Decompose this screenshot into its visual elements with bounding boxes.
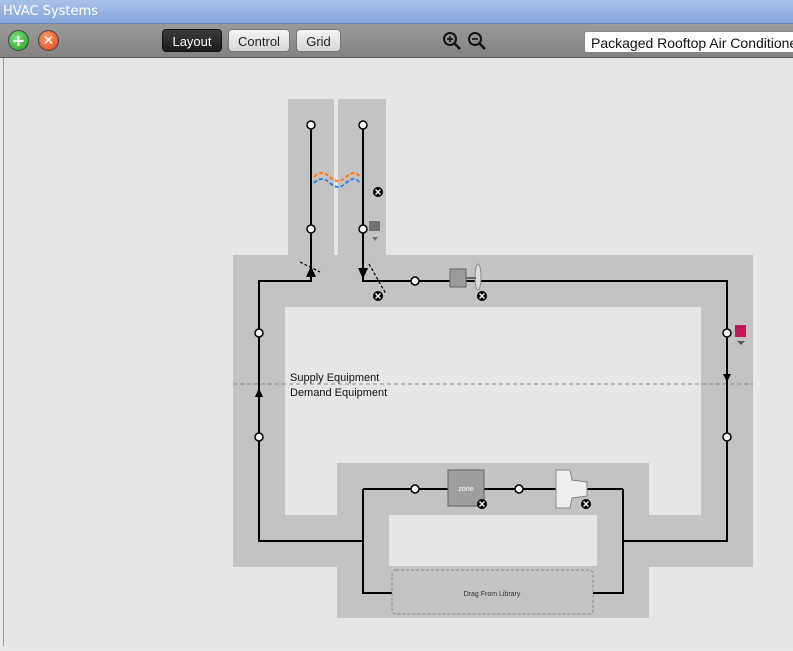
toolbar: + ✕ Layout Control Grid Packaged Rooftop… [0,24,793,58]
remove-icon[interactable] [373,187,383,197]
air-loop-diagram: Supply Equipment Demand Equipment zone D… [233,99,753,618]
tab-grid[interactable]: Grid [296,29,341,52]
system-select[interactable]: Packaged Rooftop Air Conditioner [584,31,793,53]
zoom-out-icon[interactable] [467,31,487,51]
plus-icon: + [11,31,26,50]
remove-icon[interactable] [581,499,591,509]
remove-badges [373,187,591,509]
x-icon: ✕ [42,32,55,49]
drag-from-library-dropzone[interactable]: Drag From Library [391,569,594,615]
add-button[interactable]: + [8,30,29,51]
zone-inner-gap [389,515,597,566]
remove-icon[interactable] [477,291,487,301]
node[interactable] [306,224,316,234]
node[interactable] [410,276,420,286]
node[interactable] [514,484,524,494]
node[interactable] [254,328,264,338]
node[interactable] [254,432,264,442]
demand-label: Demand Equipment [290,387,387,399]
node[interactable] [358,224,368,234]
node[interactable] [358,120,368,130]
node[interactable] [722,328,732,338]
title-bar: HVAC Systems [0,0,793,24]
node[interactable] [306,120,316,130]
node[interactable] [410,484,420,494]
zoom-in-icon[interactable] [442,31,462,51]
remove-icon[interactable] [477,499,487,509]
zone-label: zone [458,486,473,493]
layout-canvas: Supply Equipment Demand Equipment zone D… [3,58,793,646]
window-title: HVAC Systems [3,4,98,19]
tab-control[interactable]: Control [228,29,290,52]
supply-label: Supply Equipment [290,372,379,384]
remove-button[interactable]: ✕ [38,30,59,51]
node[interactable] [722,432,732,442]
dropzone-label: Drag From Library [464,591,521,598]
remove-icon[interactable] [373,291,383,301]
tab-layout[interactable]: Layout [162,29,222,52]
